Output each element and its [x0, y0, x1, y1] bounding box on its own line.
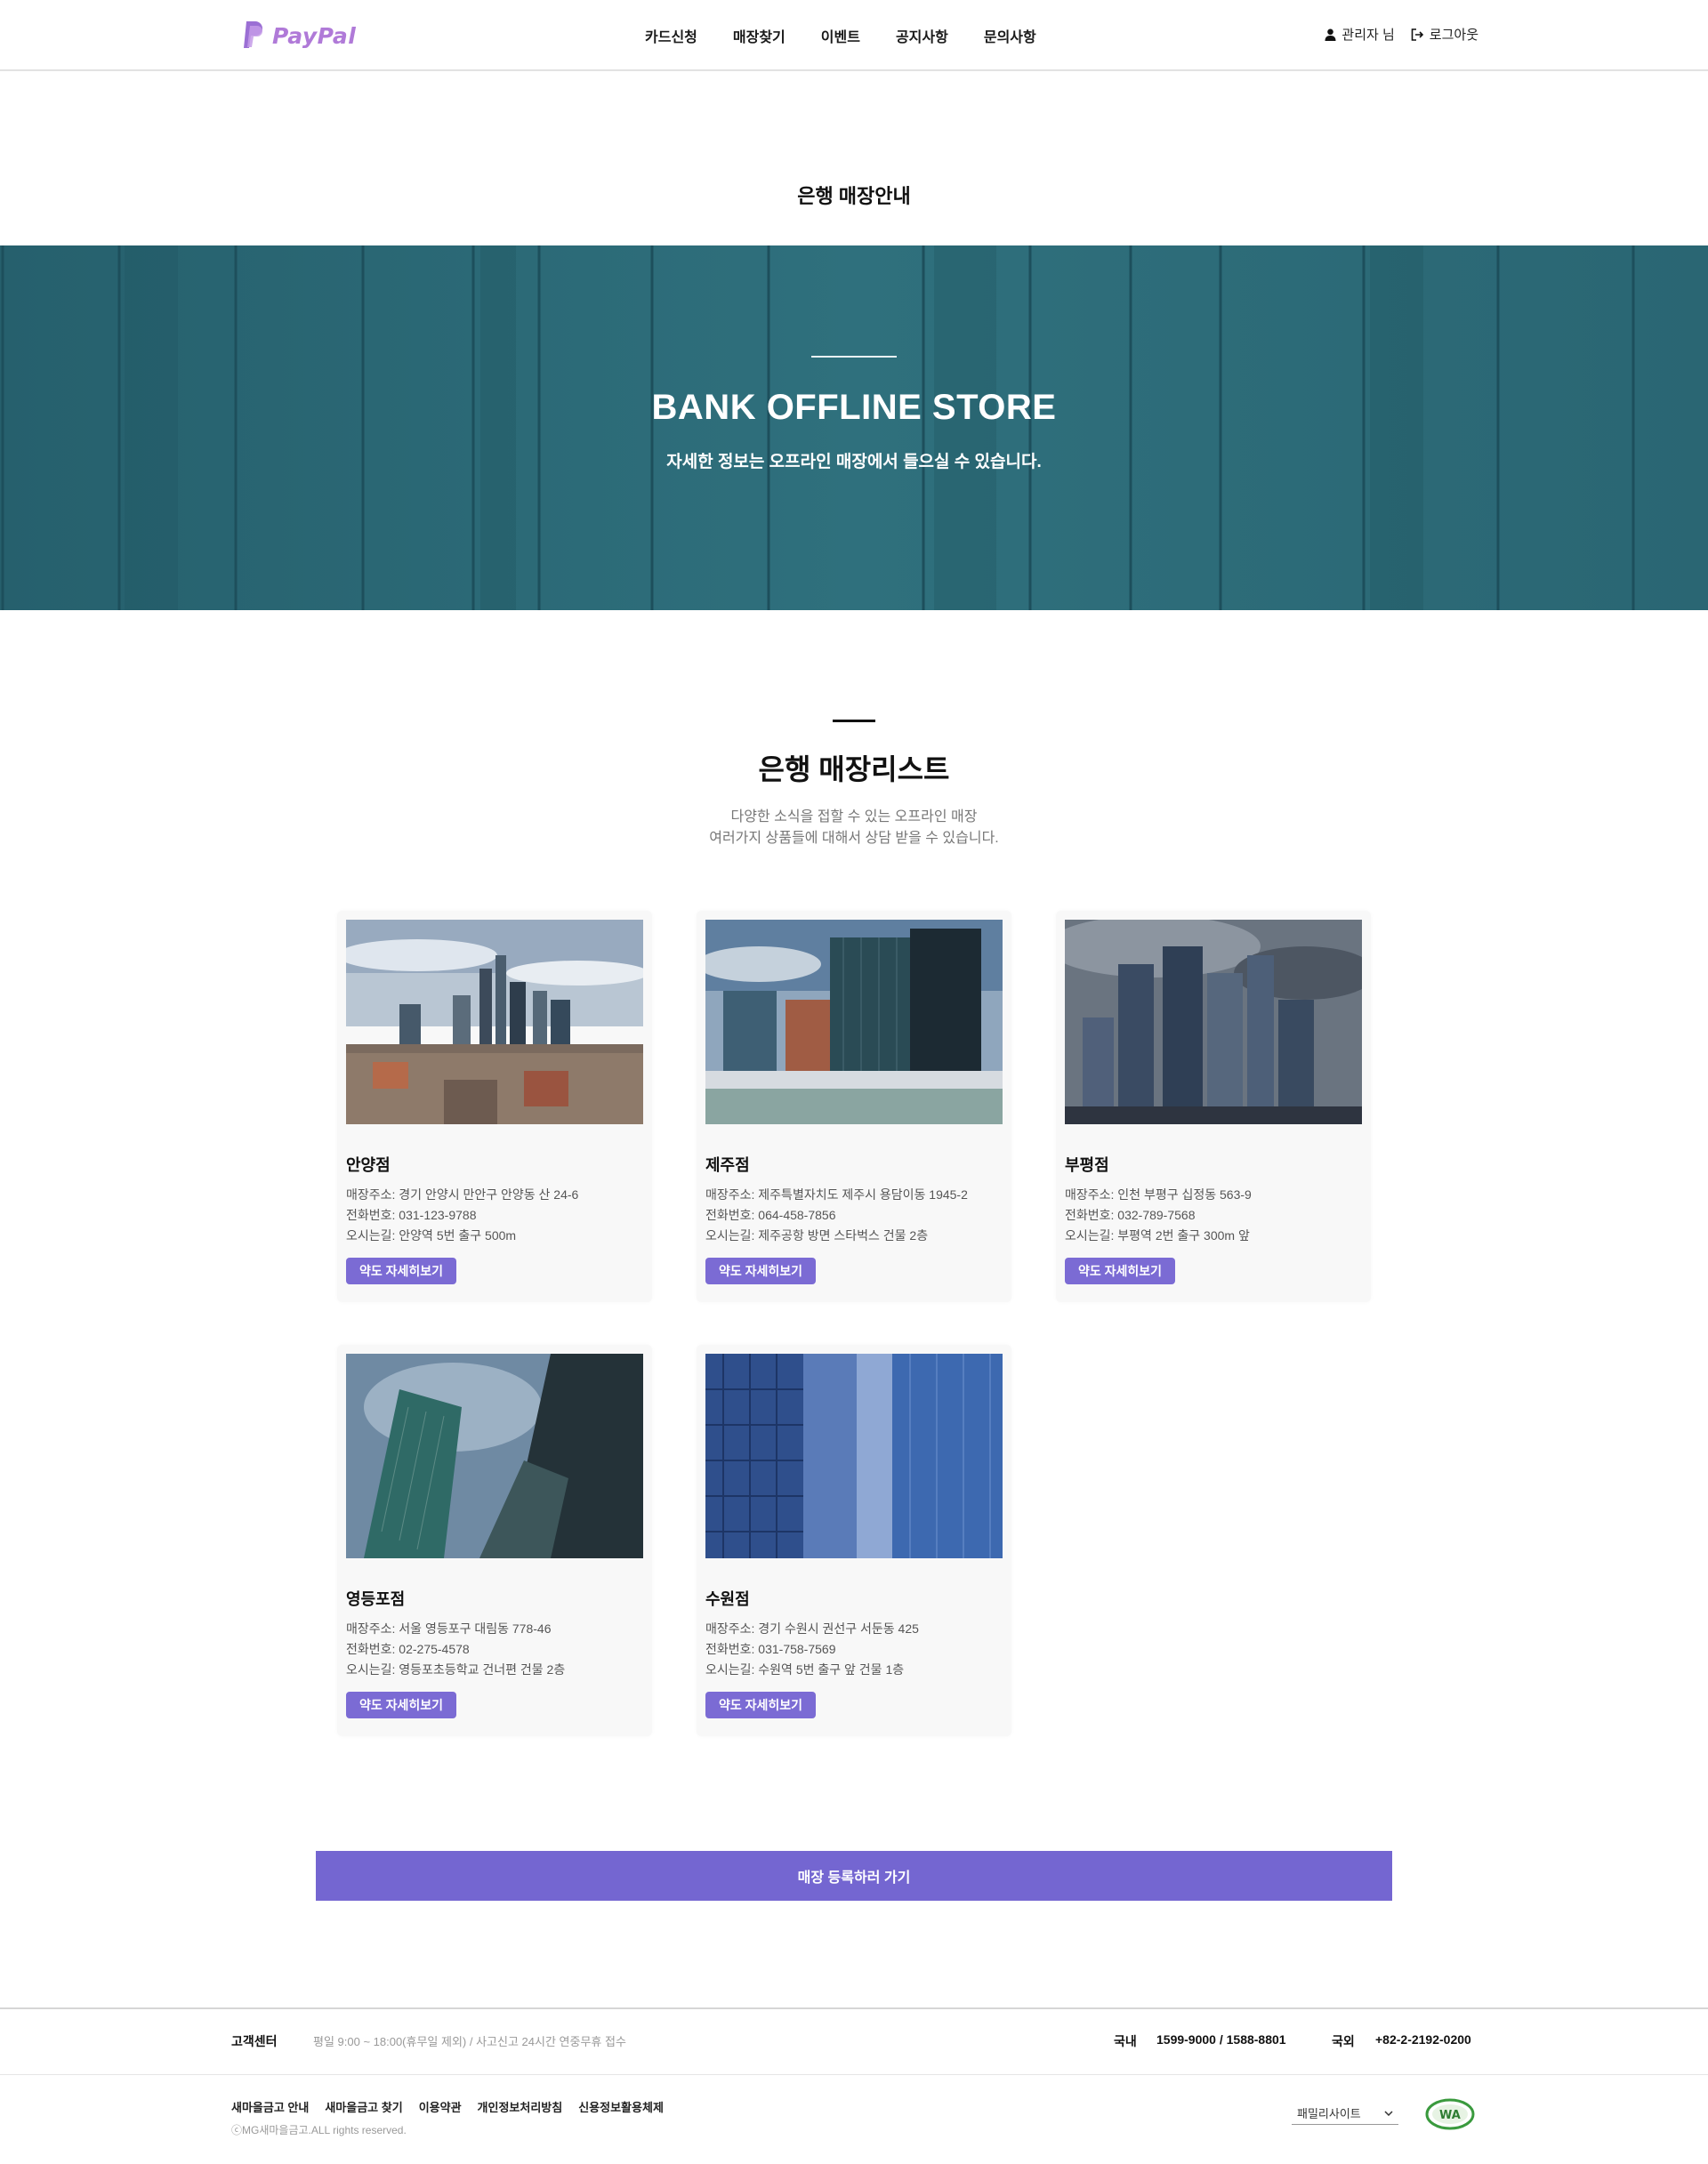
store-directions: 오시는길: 제주공항 방면 스타벅스 건물 2층: [705, 1228, 929, 1243]
footer-links: 새마을금고 안내 새마을금고 찾기 이용약관 개인정보처리방침 신용정보활용체제: [231, 2098, 664, 2115]
store-name: 안양점: [346, 1156, 391, 1174]
footer-contact-row: 고객센터 평일 9:00 ~ 18:00(휴무일 제외) / 사고신고 24시간…: [0, 2009, 1708, 2075]
footer-link-credit[interactable]: 신용정보활용체제: [578, 2098, 664, 2115]
logo-text: PayPal: [272, 22, 357, 49]
map-detail-button[interactable]: 약도 자세히보기: [705, 1692, 816, 1718]
store-info: 매장주소: 제주특별자치도 제주시 용담이동 1945-2 전화번호: 064-…: [705, 1185, 968, 1246]
user-menu[interactable]: 관리자 님: [1325, 25, 1395, 44]
user-label: 관리자 님: [1341, 28, 1395, 43]
family-site-label: 패밀리사이트: [1297, 2107, 1361, 2120]
store-photo-glass-tower: [346, 1354, 643, 1558]
section-description-line1: 다양한 소식을 접할 수 있는 오프라인 매장: [730, 809, 978, 825]
logout-icon: [1411, 28, 1423, 41]
store-photo-city-skyline: [346, 920, 643, 1124]
store-address: 매장주소: 제주특별자치도 제주시 용담이동 1945-2: [705, 1187, 968, 1202]
store-photo-skyscrapers: [1065, 920, 1362, 1124]
map-detail-button[interactable]: 약도 자세히보기: [705, 1258, 816, 1284]
footer-link-find[interactable]: 새마을금고 찾기: [325, 2098, 402, 2115]
page-title: 은행 매장안내: [797, 185, 911, 207]
hero-title: BANK OFFLINE STORE: [651, 388, 1057, 427]
wa-mark-text: WA: [1439, 2109, 1461, 2122]
hero-subtitle: 자세한 정보는 오프라인 매장에서 들으실 수 있습니다.: [666, 453, 1042, 471]
hero-divider: [811, 356, 897, 358]
footer-link-about[interactable]: 새마을금고 안내: [231, 2098, 309, 2115]
family-site-select[interactable]: 패밀리사이트: [1292, 2102, 1398, 2125]
store-card: 영등포점 매장주소: 서울 영등포구 대림동 778-46 전화번호: 02-2…: [337, 1345, 652, 1736]
store-name: 부평점: [1065, 1156, 1109, 1174]
hero-banner: BANK OFFLINE STORE 자세한 정보는 오프라인 매장에서 들으실…: [0, 245, 1708, 610]
store-address: 매장주소: 서울 영등포구 대림동 778-46: [346, 1621, 552, 1636]
logout-button[interactable]: 로그아웃: [1411, 25, 1478, 44]
store-phone: 전화번호: 031-758-7569: [705, 1642, 836, 1656]
section-title: 은행 매장리스트: [758, 753, 950, 785]
logout-label: 로그아웃: [1429, 28, 1478, 43]
store-phone: 전화번호: 031-123-9788: [346, 1208, 477, 1222]
store-directions: 오시는길: 수원역 5번 출구 앞 건물 1층: [705, 1662, 905, 1677]
store-phone: 전화번호: 032-789-7568: [1065, 1208, 1196, 1222]
store-directions: 오시는길: 안양역 5번 출구 500m: [346, 1228, 517, 1243]
nav-card-apply[interactable]: 카드신청: [645, 25, 697, 46]
international-number: +82-2-2192-0200: [1375, 2032, 1471, 2047]
store-photo-glass-buildings: [705, 920, 1003, 1124]
store-info: 매장주소: 경기 수원시 권선구 서둔동 425 전화번호: 031-758-7…: [705, 1619, 919, 1680]
chevron-down-icon: [1384, 2110, 1393, 2116]
section-description: 다양한 소식을 접할 수 있는 오프라인 매장 여러가지 상품들에 대해서 상담…: [0, 807, 1708, 849]
store-directions: 오시는길: 부평역 2번 출구 300m 앞: [1065, 1228, 1250, 1243]
store-photo-blue-office: [705, 1354, 1003, 1558]
domestic-number: 1599-9000 / 1588-8801: [1156, 2032, 1286, 2047]
customer-center-hours: 평일 9:00 ~ 18:00(휴무일 제외) / 사고신고 24시간 연중무휴…: [313, 2035, 626, 2048]
store-phone: 전화번호: 064-458-7856: [705, 1208, 836, 1222]
copyright: ⓒMG새마을금고.ALL rights reserved.: [231, 2124, 407, 2136]
footer-link-terms[interactable]: 이용약관: [419, 2098, 462, 2115]
store-info: 매장주소: 서울 영등포구 대림동 778-46 전화번호: 02-275-45…: [346, 1619, 565, 1680]
hero-background-image: [0, 245, 1708, 610]
paypal-logo-icon: [244, 21, 262, 48]
header: PayPal 카드신청 매장찾기 이벤트 공지사항 문의사항 관리자 님 로그아…: [0, 0, 1708, 71]
map-detail-button[interactable]: 약도 자세히보기: [1065, 1258, 1175, 1284]
store-name: 영등포점: [346, 1590, 406, 1608]
nav-event[interactable]: 이벤트: [821, 25, 860, 46]
store-directions: 오시는길: 영등포초등학교 건너편 건물 2층: [346, 1662, 566, 1677]
section-divider: [833, 720, 875, 722]
section-description-line2: 여러가지 상품들에 대해서 상담 받을 수 있습니다.: [709, 831, 999, 846]
store-name: 수원점: [705, 1590, 750, 1608]
store-address: 매장주소: 경기 수원시 권선구 서둔동 425: [705, 1621, 919, 1636]
store-info: 매장주소: 인천 부평구 십정동 563-9 전화번호: 032-789-756…: [1065, 1185, 1252, 1246]
web-accessibility-mark-icon: WA: [1425, 2098, 1475, 2130]
international-label: 국외: [1332, 2034, 1355, 2048]
user-icon: [1325, 28, 1336, 41]
map-detail-button[interactable]: 약도 자세히보기: [346, 1258, 456, 1284]
store-name: 제주점: [705, 1156, 750, 1174]
register-store-button[interactable]: 매장 등록하러 가기: [316, 1851, 1392, 1901]
store-card: 제주점 매장주소: 제주특별자치도 제주시 용담이동 1945-2 전화번호: …: [697, 911, 1011, 1302]
map-detail-button[interactable]: 약도 자세히보기: [346, 1692, 456, 1718]
main-nav: 카드신청 매장찾기 이벤트 공지사항 문의사항: [645, 25, 1036, 46]
footer-link-privacy[interactable]: 개인정보처리방침: [478, 2098, 563, 2115]
nav-notice[interactable]: 공지사항: [896, 25, 948, 46]
store-address: 매장주소: 경기 안양시 만안구 안양동 산 24-6: [346, 1187, 579, 1202]
store-info: 매장주소: 경기 안양시 만안구 안양동 산 24-6 전화번호: 031-12…: [346, 1185, 578, 1246]
store-card: 부평점 매장주소: 인천 부평구 십정동 563-9 전화번호: 032-789…: [1056, 911, 1371, 1302]
customer-center-label: 고객센터: [231, 2034, 278, 2048]
store-card: 안양점 매장주소: 경기 안양시 만안구 안양동 산 24-6 전화번호: 03…: [337, 911, 652, 1302]
logo[interactable]: PayPal: [242, 20, 356, 52]
domestic-label: 국내: [1114, 2034, 1137, 2048]
store-phone: 전화번호: 02-275-4578: [346, 1642, 470, 1656]
store-address: 매장주소: 인천 부평구 십정동 563-9: [1065, 1187, 1252, 1202]
nav-inquiry[interactable]: 문의사항: [984, 25, 1036, 46]
store-card: 수원점 매장주소: 경기 수원시 권선구 서둔동 425 전화번호: 031-7…: [697, 1345, 1011, 1736]
footer: 고객센터 평일 9:00 ~ 18:00(휴무일 제외) / 사고신고 24시간…: [0, 2007, 1708, 2164]
user-area: 관리자 님 로그아웃: [1325, 25, 1478, 44]
nav-store-find[interactable]: 매장찾기: [733, 25, 786, 46]
